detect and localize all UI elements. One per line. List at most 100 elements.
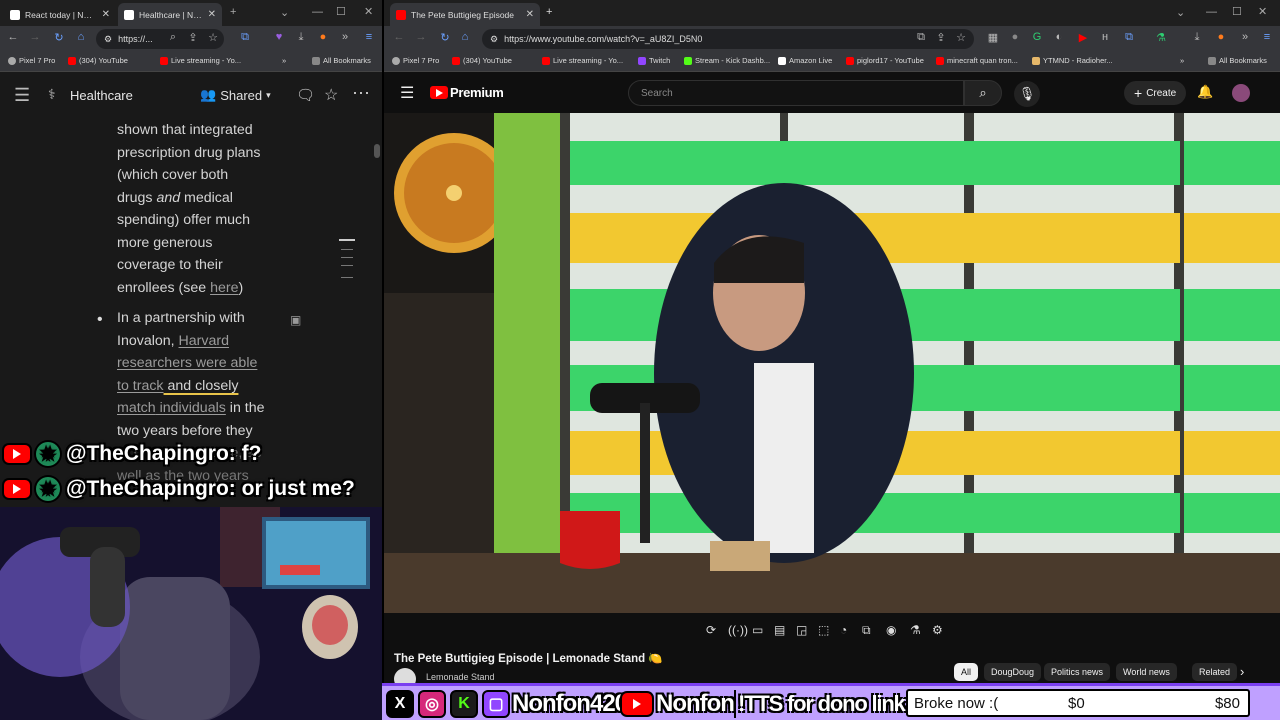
- bookmark-item[interactable]: minecraft quan tron...: [936, 56, 1018, 65]
- bookmark-item[interactable]: Amazon Live: [778, 56, 832, 65]
- favorite-star-icon[interactable]: ☆: [324, 85, 338, 105]
- all-bookmarks[interactable]: All Bookmarks: [1208, 56, 1267, 65]
- chip-politics-news[interactable]: Politics news: [1044, 663, 1111, 681]
- tab-search-icon[interactable]: ⌄: [280, 6, 289, 19]
- video-player[interactable]: [384, 113, 1280, 613]
- new-tab-icon[interactable]: +: [546, 6, 552, 18]
- home-icon[interactable]: ⌂: [74, 31, 88, 43]
- page-title[interactable]: Healthcare: [70, 88, 133, 103]
- bookmark-item[interactable]: Stream - Kick Dashb...: [684, 56, 770, 65]
- more-bookmarks-icon[interactable]: »: [1180, 56, 1184, 65]
- all-bookmarks[interactable]: All Bookmarks: [312, 56, 371, 65]
- chip-all[interactable]: All: [954, 663, 979, 681]
- chapters-icon[interactable]: ▤: [774, 623, 785, 637]
- bookmark-item[interactable]: Live streaming - Yo...: [542, 56, 623, 65]
- outline-marker[interactable]: [339, 239, 355, 241]
- labs-icon[interactable]: ⚗: [1154, 31, 1168, 44]
- chip-related[interactable]: Related: [1192, 663, 1238, 681]
- close-window-icon[interactable]: ✕: [364, 5, 373, 18]
- menu-icon[interactable]: ≡: [1260, 31, 1274, 43]
- extension-icon[interactable]: ●: [1008, 31, 1022, 43]
- here-link[interactable]: here: [210, 280, 238, 296]
- cast-icon[interactable]: ⧉: [914, 31, 928, 44]
- extension-icon[interactable]: ♥: [272, 31, 286, 43]
- more-options-icon[interactable]: ⋯: [352, 83, 370, 104]
- scrollbar-thumb[interactable]: [374, 144, 380, 158]
- paragraph-block[interactable]: shown that integrated prescription drug …: [117, 119, 282, 299]
- home-icon[interactable]: ⌂: [458, 31, 472, 43]
- zoom-icon[interactable]: ⌕: [166, 31, 180, 44]
- extension-icon[interactable]: н: [1098, 31, 1112, 43]
- tab-react-today[interactable]: React today | Notion ✕: [4, 3, 116, 26]
- site-info-icon[interactable]: ⚙: [104, 34, 112, 45]
- bookmark-star-icon[interactable]: ☆: [206, 31, 220, 44]
- bookmark-item[interactable]: Pixel 7 Pro: [392, 56, 439, 65]
- forward-icon[interactable]: →: [414, 31, 428, 43]
- notifications-bell-icon[interactable]: 🔔: [1197, 84, 1213, 100]
- bookmark-item[interactable]: YTMND - Radioher...: [1032, 56, 1113, 65]
- profile-avatar-icon[interactable]: ●: [316, 31, 330, 43]
- close-tab-icon[interactable]: ✕: [208, 9, 216, 20]
- grammarly-icon[interactable]: G: [1030, 31, 1044, 43]
- bookmark-item[interactable]: (304) YouTube: [452, 56, 512, 65]
- maximize-icon[interactable]: ☐: [336, 5, 346, 18]
- bookmark-item[interactable]: Twitch: [638, 56, 670, 65]
- experiments-icon[interactable]: ⚗: [910, 623, 921, 637]
- download-icon[interactable]: ⤓: [1190, 31, 1204, 44]
- reload-icon[interactable]: ↻: [52, 31, 66, 44]
- reload-icon[interactable]: ↻: [438, 31, 452, 44]
- chip-world-news[interactable]: World news: [1116, 663, 1177, 681]
- sidebar-menu-icon[interactable]: ☰: [14, 85, 30, 106]
- youtube-logo-icon[interactable]: [430, 86, 448, 99]
- minimize-icon[interactable]: —: [1206, 6, 1217, 18]
- bookmark-item[interactable]: Pixel 7 Pro: [8, 56, 55, 65]
- theater-icon[interactable]: ⬚: [818, 623, 829, 637]
- add-comment-icon[interactable]: ▣: [290, 309, 301, 332]
- bookmark-item[interactable]: (304) YouTube: [68, 56, 128, 65]
- download-icon[interactable]: ⤓: [294, 31, 308, 44]
- search-button[interactable]: ⌕: [964, 80, 1002, 106]
- share-button[interactable]: 👥 Shared ▾: [200, 87, 271, 103]
- loop-icon[interactable]: ⟳: [706, 623, 716, 637]
- voice-search-icon[interactable]: 🎙: [1014, 81, 1040, 107]
- more-extensions-icon[interactable]: »: [1238, 31, 1252, 43]
- comments-icon[interactable]: 🗨: [296, 86, 315, 104]
- maximize-icon[interactable]: ☐: [1232, 5, 1242, 18]
- tab-healthcare[interactable]: Healthcare | Notion ✕: [118, 3, 222, 26]
- new-tab-icon[interactable]: +: [230, 6, 236, 18]
- extension-icon[interactable]: ⧉: [238, 31, 252, 44]
- speed-icon[interactable]: ◔: [840, 623, 847, 637]
- audio-icon[interactable]: ((·)): [728, 623, 748, 637]
- bookmark-item[interactable]: Live streaming - Yo...: [160, 56, 241, 65]
- avatar[interactable]: [1232, 84, 1250, 102]
- more-bookmarks-icon[interactable]: »: [282, 56, 286, 65]
- close-window-icon[interactable]: ✕: [1258, 5, 1267, 18]
- close-tab-icon[interactable]: ✕: [526, 9, 534, 20]
- back-icon[interactable]: ←: [6, 31, 20, 43]
- close-tab-icon[interactable]: ✕: [102, 9, 110, 20]
- forward-icon[interactable]: →: [28, 31, 42, 43]
- tab-search-icon[interactable]: ⌄: [1176, 6, 1185, 19]
- profile-avatar-icon[interactable]: ●: [1214, 31, 1228, 43]
- tab-youtube-video[interactable]: The Pete Buttigieg Episode ✕: [390, 3, 540, 26]
- share-icon[interactable]: ⇪: [186, 31, 200, 44]
- pip-icon[interactable]: ⧉: [862, 623, 871, 638]
- outline-marker[interactable]: [341, 257, 353, 258]
- create-button[interactable]: + Create: [1124, 81, 1187, 105]
- bookmark-item[interactable]: piglord17 - YouTube: [846, 56, 924, 65]
- screenshot-icon[interactable]: ◉: [886, 623, 896, 637]
- extension-icon[interactable]: ⧉: [1122, 31, 1136, 44]
- chips-next-icon[interactable]: ›: [1240, 664, 1244, 679]
- channel-name[interactable]: Lemonade Stand: [426, 672, 495, 682]
- captions-icon[interactable]: ▭: [752, 623, 763, 637]
- extension-icon[interactable]: ▶: [1076, 31, 1090, 44]
- back-icon[interactable]: ←: [392, 31, 406, 43]
- bookmark-star-icon[interactable]: ☆: [954, 31, 968, 44]
- outline-marker[interactable]: [341, 277, 353, 278]
- share-icon[interactable]: ⇪: [934, 31, 948, 44]
- outline-marker[interactable]: [341, 265, 353, 266]
- settings-gear-icon[interactable]: ⚙: [932, 623, 943, 637]
- guide-menu-icon[interactable]: ☰: [400, 83, 414, 103]
- chip-dougdoug[interactable]: DougDoug: [984, 663, 1042, 681]
- outline-marker[interactable]: [341, 249, 353, 250]
